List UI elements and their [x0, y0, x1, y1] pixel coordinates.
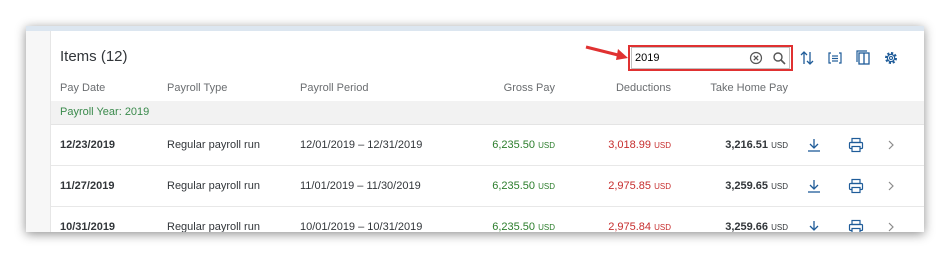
gross-pay: 6,235.50 USD	[492, 180, 555, 192]
take-home-pay: 3,259.65 USD	[725, 180, 788, 192]
deductions: 2,975.85 USD	[608, 180, 671, 192]
chevron-right-icon[interactable]	[886, 179, 896, 193]
take-home-pay: 3,259.66 USD	[725, 221, 788, 232]
column-header[interactable]: Take Home Pay	[710, 82, 788, 94]
group-label: Payroll Year: 2019	[60, 106, 150, 118]
sort-icon[interactable]	[799, 50, 815, 66]
table-row[interactable]: 12/23/2019 Regular payroll run 12/01/201…	[51, 125, 924, 166]
table-row[interactable]: 10/31/2019 Regular payroll run 10/01/201…	[51, 207, 924, 232]
pay-date: 12/23/2019	[60, 139, 116, 151]
column-header[interactable]: Payroll Period	[300, 82, 368, 94]
pay-date: 11/27/2019	[60, 180, 115, 192]
gross-pay: 6,235.50 USD	[492, 139, 555, 151]
page-title: Items (12)	[60, 48, 128, 65]
clear-search-icon[interactable]	[749, 51, 763, 65]
table-row[interactable]: 11/27/2019 Regular payroll run 11/01/201…	[51, 166, 924, 207]
deductions: 2,975.84 USD	[608, 221, 671, 232]
download-icon[interactable]	[806, 219, 822, 232]
table-header: Pay Date Payroll Type Payroll Period Gro…	[51, 73, 924, 102]
annotation-arrow-icon	[585, 45, 628, 60]
payroll-type: Regular payroll run	[167, 139, 260, 151]
columns-icon[interactable]	[855, 50, 871, 66]
app-frame: Items (12) 2019 Pay Date Payroll Type Pa…	[26, 26, 924, 232]
chevron-right-icon[interactable]	[886, 138, 896, 152]
payroll-period: 12/01/2019 – 12/31/2019	[300, 139, 423, 151]
column-header[interactable]: Gross Pay	[504, 82, 555, 94]
column-header[interactable]: Deductions	[616, 82, 671, 94]
payroll-table-panel: Items (12) 2019 Pay Date Payroll Type Pa…	[50, 31, 924, 232]
search-box	[631, 47, 790, 69]
column-header[interactable]: Payroll Type	[167, 82, 227, 94]
deductions: 3,018.99 USD	[608, 139, 671, 151]
print-icon[interactable]	[848, 137, 864, 153]
group-icon[interactable]	[827, 50, 843, 66]
search-input[interactable]	[635, 50, 745, 66]
print-icon[interactable]	[848, 178, 864, 194]
print-icon[interactable]	[848, 219, 864, 232]
gross-pay: 6,235.50 USD	[492, 221, 555, 232]
group-header: Payroll Year: 2019	[51, 101, 924, 125]
take-home-pay: 3,216.51 USD	[725, 139, 788, 151]
download-icon[interactable]	[806, 178, 822, 194]
column-header[interactable]: Pay Date	[60, 82, 105, 94]
search-icon[interactable]	[772, 51, 786, 65]
chevron-right-icon[interactable]	[886, 220, 896, 232]
payroll-type: Regular payroll run	[167, 180, 260, 192]
payroll-type: Regular payroll run	[167, 221, 260, 232]
download-icon[interactable]	[806, 137, 822, 153]
payroll-period: 11/01/2019 – 11/30/2019	[300, 180, 421, 192]
table-toolbar: Items (12)	[51, 31, 924, 73]
settings-icon[interactable]	[883, 50, 899, 66]
payroll-period: 10/01/2019 – 10/31/2019	[300, 221, 423, 232]
pay-date: 10/31/2019	[60, 221, 116, 232]
